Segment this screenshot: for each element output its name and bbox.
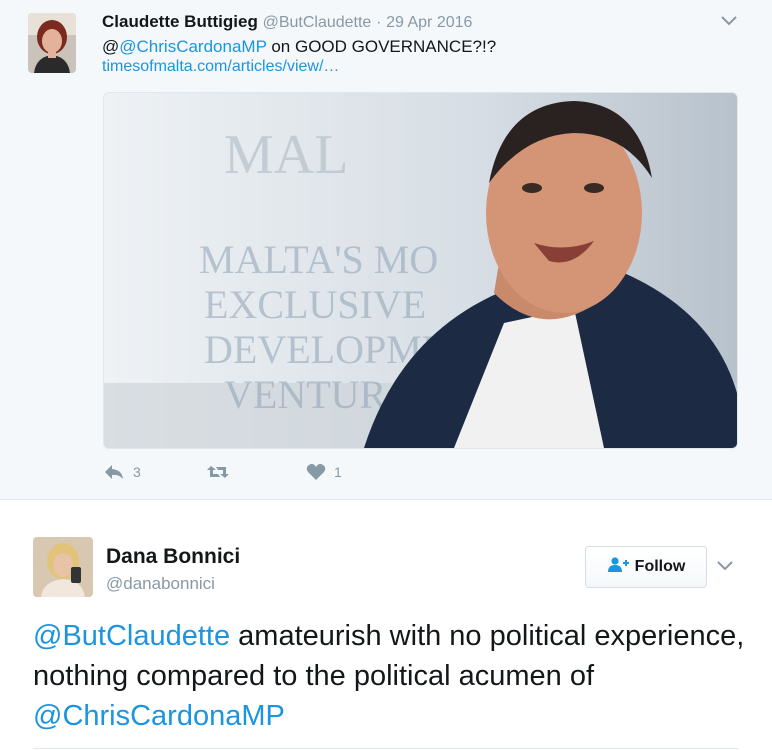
author-handle[interactable]: @ButClaudette	[263, 14, 372, 31]
reply-button[interactable]: 3	[103, 463, 141, 481]
reply-icon	[103, 463, 125, 481]
tweet-actions: 3 1	[103, 463, 403, 487]
author-name[interactable]: Claudette Buttigieg	[102, 12, 258, 31]
author-handle[interactable]: @danabonnici	[106, 574, 215, 594]
parent-tweet: Claudette Buttigieg @ButClaudette · 29 A…	[0, 0, 772, 500]
author-name[interactable]: Dana Bonnici	[106, 545, 240, 569]
add-user-icon	[607, 556, 629, 578]
follow-button[interactable]: Follow	[585, 546, 707, 588]
article-link[interactable]: timesofmalta.com/articles/view/…	[102, 58, 339, 76]
mention-link[interactable]: @ChrisCardonaMP	[119, 37, 266, 56]
mention-link[interactable]: @ChrisCardonaMP	[33, 700, 285, 732]
svg-text:MALTA'S MO: MALTA'S MO	[199, 237, 438, 282]
like-button[interactable]: 1	[306, 463, 342, 481]
tweet-header: Claudette Buttigieg @ButClaudette · 29 A…	[102, 12, 472, 32]
svg-text:VENTUR: VENTUR	[224, 372, 387, 417]
separator: ·	[376, 14, 382, 31]
chevron-down-icon[interactable]	[721, 13, 737, 29]
tweet-text: @@ChrisCardonaMP on GOOD GOVERNANCE?!?	[102, 36, 496, 58]
svg-text:MAL: MAL	[224, 124, 348, 186]
retweet-icon	[206, 463, 230, 481]
text-prefix: @	[102, 37, 120, 56]
author-avatar[interactable]	[33, 537, 93, 597]
author-avatar[interactable]	[28, 13, 76, 73]
chevron-down-icon[interactable]	[717, 558, 733, 574]
text-suffix: on GOOD GOVERNANCE?!?	[266, 37, 497, 56]
reply-text: @ButClaudette amateurish with no politic…	[33, 616, 753, 736]
heart-icon	[306, 463, 326, 481]
svg-text:EXCLUSIVE: EXCLUSIVE	[204, 282, 426, 327]
reply-count: 3	[133, 464, 141, 480]
like-count: 1	[334, 464, 342, 480]
retweet-button[interactable]	[206, 463, 238, 481]
follow-label: Follow	[634, 558, 686, 575]
divider	[33, 748, 738, 749]
tweet-media-image[interactable]: MAL MALTA'S MO EXCLUSIVE DEVELOPME VENTU…	[103, 92, 738, 449]
mention-link[interactable]: @ButClaudette	[33, 620, 230, 652]
tweet-date[interactable]: 29 Apr 2016	[386, 14, 472, 31]
